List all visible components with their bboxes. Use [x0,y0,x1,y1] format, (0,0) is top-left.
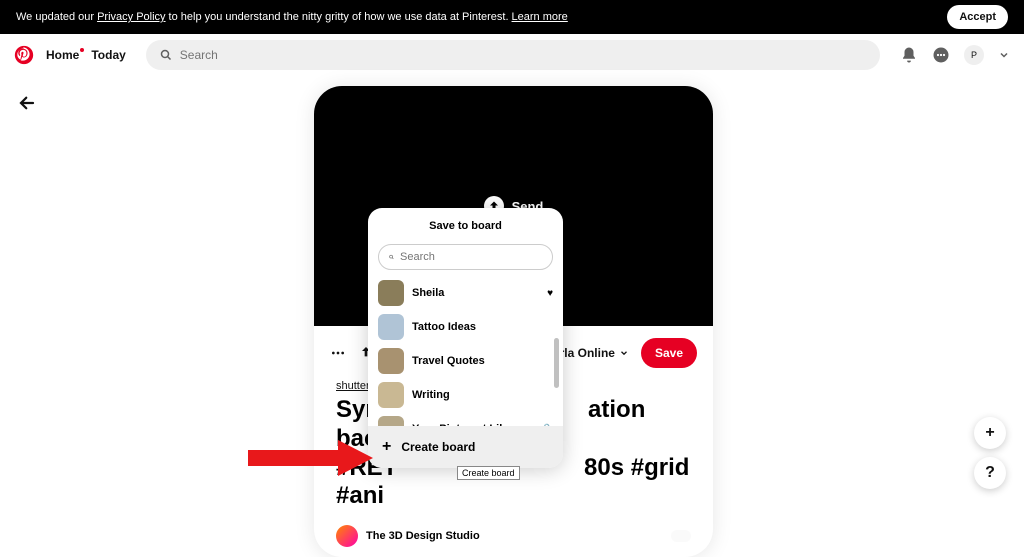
help-fab[interactable]: ? [974,457,1006,489]
search-icon [160,49,172,61]
top-nav: Home Today P [0,34,1024,76]
board-thumb [378,348,404,374]
board-item[interactable]: Tattoo Ideas [368,310,563,344]
search-icon [389,252,394,262]
uploader-row: The 3D Design Studio [314,515,713,557]
board-search-input[interactable] [400,251,542,263]
board-search[interactable] [378,244,553,270]
board-thumb [378,280,404,306]
chevron-down-icon [619,348,629,358]
add-fab[interactable]: + [974,417,1006,449]
more-icon[interactable] [330,345,346,361]
board-thumb [378,416,404,426]
board-name: Tattoo Ideas [412,321,553,333]
board-name: Your Pinterest Likes [412,423,533,426]
board-name: Sheila [412,287,539,299]
search-input[interactable] [180,48,866,62]
bell-icon[interactable] [900,46,918,64]
privacy-policy-link[interactable]: Privacy Policy [97,11,165,23]
popover-title: Save to board [368,208,563,240]
follow-button[interactable] [671,530,691,542]
chat-icon[interactable] [932,46,950,64]
save-popover: Save to board Sheila ♥ Tattoo Ideas Trav… [368,208,563,468]
board-list: Sheila ♥ Tattoo Ideas Travel Quotes Writ… [368,276,563,426]
chevron-down-icon[interactable] [998,49,1010,61]
board-name: Travel Quotes [412,355,553,367]
board-item[interactable]: Writing [368,378,563,412]
search-bar[interactable] [146,40,880,70]
board-thumb [378,314,404,340]
privacy-banner: We updated our Privacy Policy to help yo… [0,0,1024,34]
instruction-arrow [248,440,373,476]
accept-button[interactable]: Accept [947,5,1008,29]
uploader-avatar[interactable] [336,525,358,547]
uploader-name[interactable]: The 3D Design Studio [366,530,480,542]
nav-home[interactable]: Home [46,48,79,62]
nav-today[interactable]: Today [91,48,125,62]
lock-icon: 🔒 [541,424,553,427]
create-board-label: Create board [401,440,475,454]
back-button[interactable] [18,94,36,112]
save-button[interactable]: Save [641,338,697,368]
board-thumb [378,382,404,408]
pinterest-logo[interactable] [14,45,34,65]
board-item[interactable]: Your Pinterest Likes 🔒 [368,412,563,426]
plus-icon: + [382,438,391,456]
learn-more-link[interactable]: Learn more [512,11,568,23]
scrollbar[interactable] [554,338,559,388]
board-name: Writing [412,389,553,401]
banner-text: We updated our [16,11,94,23]
board-item[interactable]: Travel Quotes [368,344,563,378]
board-item[interactable]: Sheila ♥ [368,276,563,310]
create-board-button[interactable]: + Create board [368,426,563,468]
user-avatar[interactable]: P [964,45,984,65]
banner-text: to help you understand the nitty gritty … [169,11,509,23]
heart-icon: ♥ [547,288,553,299]
tooltip: Create board [457,466,520,480]
